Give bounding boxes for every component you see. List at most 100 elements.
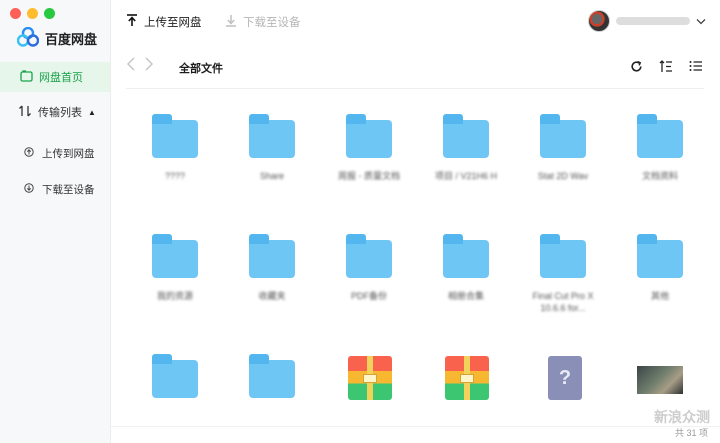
folder-shape xyxy=(249,234,295,278)
breadcrumb: 全部文件 xyxy=(126,52,704,82)
folder-shape xyxy=(249,354,295,398)
user-menu[interactable] xyxy=(588,10,706,32)
file-item[interactable]: 周报 - 质量文档 xyxy=(327,112,411,182)
folder-shape xyxy=(152,354,198,398)
folder-shape xyxy=(249,114,295,158)
sidebar-item-label: 传输列表 xyxy=(38,107,82,119)
top-toolbar: 上传至网盘 下载至设备 xyxy=(111,0,720,44)
download-icon xyxy=(225,14,237,30)
upload-circle-icon xyxy=(24,147,34,160)
list-view-icon[interactable] xyxy=(688,58,704,74)
archive-shape xyxy=(348,356,392,400)
watermark-text: 新浪众测 xyxy=(654,409,710,425)
sidebar-item-home[interactable]: 网盘首页 xyxy=(0,62,110,92)
avatar[interactable] xyxy=(588,10,610,32)
folder-shape xyxy=(637,114,683,158)
view-tools xyxy=(628,58,704,74)
file-name: 其他 xyxy=(650,291,669,301)
file-item[interactable]: 项目 / V21H6 H xyxy=(424,112,508,182)
sidebar-item-download[interactable]: 下载至设备 xyxy=(24,182,95,197)
file-item[interactable]: 文档资料 xyxy=(618,112,702,182)
file-name: 文档资料 xyxy=(641,171,678,181)
folder-shape xyxy=(346,114,392,158)
file-item[interactable]: Final Cut Pro X 10.6.6 for... xyxy=(521,232,605,314)
sidebar-item-label: 上传到网盘 xyxy=(42,148,95,160)
file-item[interactable]: Share xyxy=(230,112,314,182)
folder-icon xyxy=(538,112,588,160)
file-item[interactable]: ? xyxy=(521,352,605,410)
username-blurred xyxy=(616,17,690,25)
file-item[interactable] xyxy=(327,352,411,410)
window-controls xyxy=(10,8,55,19)
app-name: 百度网盘 xyxy=(45,32,98,47)
file-item[interactable]: Stat 2D Wav xyxy=(521,112,605,182)
folder-icon xyxy=(247,232,297,280)
file-name: PDF备份 xyxy=(350,291,387,301)
archive-shape xyxy=(445,356,489,400)
home-folder-icon xyxy=(20,69,33,85)
upload-button[interactable]: 上传至网盘 xyxy=(126,14,202,30)
sidebar-item-upload[interactable]: 上传到网盘 xyxy=(24,146,95,161)
sidebar: 百度网盘 网盘首页 传输列表 ▲ 上传到网盘 下载至设备 xyxy=(0,0,111,443)
sort-icon[interactable] xyxy=(658,58,674,74)
file-item[interactable] xyxy=(424,352,508,410)
sidebar-item-label: 网盘首页 xyxy=(39,72,83,84)
zoom-window-button[interactable] xyxy=(44,8,55,19)
file-name: Share xyxy=(259,171,285,181)
upload-button-label: 上传至网盘 xyxy=(144,17,202,29)
folder-shape xyxy=(346,234,392,278)
item-count: 共 31 项 xyxy=(674,428,708,438)
folder-icon xyxy=(441,232,491,280)
sidebar-item-label: 下载至设备 xyxy=(42,184,95,196)
folder-icon xyxy=(344,112,394,160)
close-window-button[interactable] xyxy=(10,8,21,19)
back-arrow-icon[interactable] xyxy=(126,56,136,77)
folder-shape xyxy=(443,234,489,278)
forward-arrow-icon[interactable] xyxy=(144,56,154,77)
download-button-label: 下载至设备 xyxy=(243,17,301,29)
folder-icon xyxy=(538,232,588,280)
file-name: 项目 / V21H6 H xyxy=(434,171,498,181)
folder-shape xyxy=(540,234,586,278)
unknown-file-shape: ? xyxy=(548,356,582,400)
file-item[interactable]: 收藏夹 xyxy=(230,232,314,302)
download-button[interactable]: 下载至设备 xyxy=(225,14,301,30)
file-name: 收藏夹 xyxy=(258,291,286,301)
file-item[interactable]: 我的资源 xyxy=(133,232,217,302)
folder-icon xyxy=(150,352,200,400)
baidu-netdisk-logo-icon xyxy=(16,26,40,50)
file-item[interactable]: ???? xyxy=(133,112,217,182)
watermark: 新浪众测 xyxy=(654,407,710,427)
download-circle-icon xyxy=(24,183,34,196)
file-item[interactable]: PDF备份 xyxy=(327,232,411,302)
folder-shape xyxy=(637,234,683,278)
folder-shape xyxy=(540,114,586,158)
file-item[interactable] xyxy=(230,352,314,410)
unknown-file-icon: ? xyxy=(538,352,588,400)
folder-icon xyxy=(441,112,491,160)
refresh-icon[interactable] xyxy=(628,58,644,74)
header-divider xyxy=(126,88,704,89)
file-item[interactable]: 相册合集 xyxy=(424,232,508,302)
file-name: ???? xyxy=(164,171,186,181)
brand: 百度网盘 xyxy=(16,26,98,50)
file-item[interactable] xyxy=(618,352,702,410)
archive-lock xyxy=(363,374,377,383)
footer-divider xyxy=(111,426,720,427)
file-item[interactable]: 其他 xyxy=(618,232,702,302)
archive-lock xyxy=(460,374,474,383)
history-nav xyxy=(126,56,154,77)
sidebar-item-transfer[interactable]: 传输列表 ▲ xyxy=(18,104,96,120)
folder-icon xyxy=(247,352,297,400)
archive-icon xyxy=(344,352,394,400)
folder-shape xyxy=(152,114,198,158)
chevron-down-icon[interactable] xyxy=(696,14,706,28)
transfer-arrows-icon xyxy=(18,105,32,120)
upload-icon xyxy=(126,14,138,30)
folder-icon xyxy=(635,112,685,160)
file-item[interactable] xyxy=(133,352,217,410)
breadcrumb-current[interactable]: 全部文件 xyxy=(179,60,223,76)
minimize-window-button[interactable] xyxy=(27,8,38,19)
collapse-caret-icon[interactable]: ▲ xyxy=(88,108,96,117)
image-thumbnail xyxy=(637,366,683,394)
